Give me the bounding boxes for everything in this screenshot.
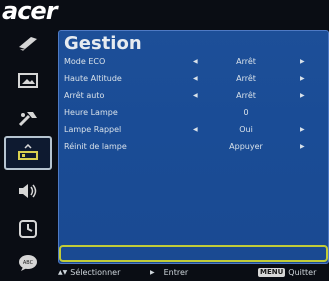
menu-row-mode-eco[interactable]: Mode ECO ◀ Arrêt ▶ [64, 55, 326, 69]
right-arrow-icon[interactable]: ▶ [300, 72, 305, 86]
sidebar-item-settings[interactable] [4, 102, 52, 136]
select-label: Sélectionner [70, 268, 121, 277]
row-value: 0 [243, 108, 249, 117]
sidebar-item-color[interactable] [4, 26, 52, 60]
left-arrow-icon[interactable]: ◀ [193, 123, 198, 137]
left-arrow-icon[interactable]: ◀ [193, 89, 198, 103]
sidebar-item-image[interactable] [4, 64, 52, 98]
up-down-arrows-icon: ▲▼ [58, 269, 68, 276]
select-hint: ▲▼ Sélectionner [58, 268, 120, 277]
settings-icon [18, 112, 37, 127]
menu-key-icon: MENU [258, 268, 286, 277]
left-arrow-icon[interactable]: ◀ [193, 72, 198, 86]
row-value: Arrêt [236, 74, 256, 83]
menu-row-arret-auto[interactable]: Arrêt auto ◀ Arrêt ▶ [64, 89, 326, 103]
row-label: Haute Altitude [64, 74, 122, 83]
menu-row-reinit-lampe[interactable]: Réinit de lampe Appuyer ▶ [64, 140, 326, 154]
sidebar: ABC [0, 24, 56, 271]
row-label: Mode ECO [64, 57, 106, 66]
enter-hint: ▶ Entrer [150, 268, 188, 277]
image-icon [18, 73, 38, 88]
row-value: Arrêt [236, 91, 256, 100]
management-icon [18, 144, 38, 160]
right-arrow-icon[interactable]: ▶ [300, 123, 305, 137]
audio-icon [19, 184, 37, 198]
quit-hint: MENU Quitter [258, 268, 316, 277]
row-value: Appuyer [229, 142, 263, 151]
status-box [59, 245, 328, 262]
row-label: Lampe Rappel [64, 125, 122, 134]
color-icon [19, 37, 37, 51]
right-arrow-icon: ▶ [150, 269, 155, 276]
right-arrow-icon[interactable]: ▶ [300, 140, 305, 154]
row-label: Heure Lampe [64, 108, 118, 117]
menu-row-lampe-rappel[interactable]: Lampe Rappel ◀ Oui ▶ [64, 123, 326, 137]
sidebar-item-management[interactable] [4, 136, 52, 170]
menu-row-haute-altitude[interactable]: Haute Altitude ◀ Arrêt ▶ [64, 72, 326, 86]
quit-label: Quitter [288, 268, 317, 277]
right-arrow-icon[interactable]: ▶ [300, 55, 305, 69]
row-label: Arrêt auto [64, 91, 105, 100]
timer-icon [19, 220, 37, 238]
row-value: Oui [239, 125, 253, 134]
footer-hints: ▲▼ Sélectionner ▶ Entrer MENU Quitter [0, 264, 329, 281]
sidebar-item-timer[interactable] [4, 212, 52, 246]
menu-row-heure-lampe: Heure Lampe 0 [64, 106, 326, 120]
enter-label: Entrer [163, 268, 189, 277]
row-value: Arrêt [236, 57, 256, 66]
acer-logo: acer [2, 0, 58, 25]
sidebar-item-audio[interactable] [4, 174, 52, 208]
page-title: Gestion [64, 33, 142, 54]
right-arrow-icon[interactable]: ▶ [300, 89, 305, 103]
left-arrow-icon[interactable]: ◀ [193, 55, 198, 69]
row-label: Réinit de lampe [64, 142, 127, 151]
